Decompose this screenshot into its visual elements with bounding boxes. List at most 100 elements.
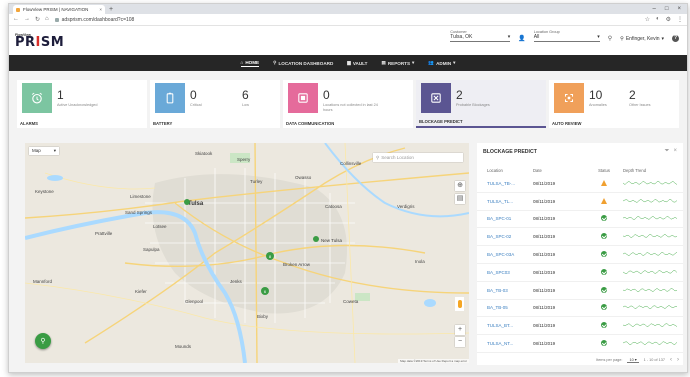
header-depth-trend[interactable]: Depth Trend	[623, 168, 683, 173]
prev-page-icon[interactable]: ‹	[670, 357, 672, 363]
nav-vault[interactable]: ▆ VAULT	[347, 60, 367, 66]
new-tab-icon[interactable]: +	[109, 5, 113, 14]
depth-trend-sparkline	[622, 234, 678, 239]
location-link[interactable]: BA_SPC-02	[477, 234, 533, 239]
admin-users-icon: 👥	[428, 60, 435, 65]
nav-home[interactable]: ⌂ HOME	[240, 60, 260, 67]
blockage-predict-card[interactable]: 2 Probable Blockages BLOCKAGE PREDICT	[416, 80, 546, 128]
table-row[interactable]: BA_SPC03 08/11/2019	[477, 264, 683, 282]
map-type-select[interactable]: Map ▾	[29, 147, 59, 155]
table-row[interactable]: BA_TB-05 08/11/2019	[477, 300, 683, 318]
location-link[interactable]: TULSA_TL...	[477, 199, 533, 204]
location-map[interactable]: Tulsa Broken Arrow Sand Springs Sapulpa …	[25, 143, 469, 363]
location-link[interactable]: BA_TB-05	[477, 305, 533, 310]
check-circle-icon	[601, 340, 607, 347]
zoom-in-button[interactable]: +	[455, 325, 465, 335]
table-row[interactable]: TULSA_TB-... 08/11/2019	[477, 175, 683, 193]
url-field[interactable]: adsprism.com/dashboard?c=108	[54, 17, 134, 23]
browser-tab[interactable]: FlowView PRISM | NAVIGATION ×	[13, 5, 105, 14]
map-search-placeholder: Search Location	[381, 155, 414, 160]
depth-trend-sparkline	[622, 323, 678, 328]
logo-title: PRISM	[15, 34, 65, 50]
location-link[interactable]: TULSA_BT...	[477, 323, 533, 328]
map-city-label: Kiefer	[135, 289, 147, 294]
filter-icon[interactable]: ⏷	[665, 148, 670, 155]
data-comm-label: Locations not collected in last 24 hours	[323, 103, 378, 112]
user-menu[interactable]: ⚲ Enfinger, Kevin ▾	[620, 36, 664, 42]
items-per-page-select[interactable]: 10 ▾	[627, 357, 639, 363]
extension-icon[interactable]: ◐	[656, 16, 660, 23]
reload-icon[interactable]: ↻	[35, 16, 40, 23]
map-location-fab-icon[interactable]: ⚲	[35, 333, 51, 349]
help-icon[interactable]: ?	[672, 35, 679, 42]
map-city-label: Prattville	[95, 231, 113, 236]
next-page-icon[interactable]: ›	[677, 357, 679, 363]
street-view-icon[interactable]	[455, 297, 464, 311]
data-communication-card[interactable]: 0 Locations not collected in last 24 hou…	[283, 80, 413, 128]
close-tab-icon[interactable]: ×	[99, 7, 102, 12]
close-window-icon[interactable]: ×	[677, 5, 681, 14]
table-row[interactable]: TULSA_BT... 08/11/2019	[477, 317, 683, 336]
user-name: Enfinger, Kevin	[625, 36, 660, 42]
map-canvas[interactable]: Tulsa Broken Arrow Sand Springs Sapulpa …	[25, 143, 469, 363]
chevron-down-icon: ▾	[412, 60, 415, 65]
location-group-select[interactable]: Location Group All ▾	[533, 30, 600, 42]
depth-trend-cell	[622, 269, 683, 276]
nav-admin[interactable]: 👥 ADMIN ▾	[428, 60, 455, 66]
battery-critical-label: Critical	[190, 103, 202, 107]
header-location[interactable]: Location	[477, 168, 533, 173]
nav-location-dashboard[interactable]: ⚲ LOCATION DASHBOARD	[273, 60, 333, 66]
map-city-label: Limestone	[130, 194, 151, 199]
auto-review-card[interactable]: 10 Anomalies 2 Other Issues AUTO REVIEW	[549, 80, 679, 128]
header-date[interactable]: Date	[533, 168, 585, 173]
home-icon[interactable]: ⌂	[45, 16, 49, 23]
location-link[interactable]: BA_TB-03	[477, 288, 533, 293]
close-icon[interactable]: ×	[673, 148, 677, 155]
location-group-value: All	[533, 34, 540, 40]
prism-logo[interactable]: FlowView PRISM	[15, 33, 64, 49]
customer-value: Tulsa, OK	[450, 34, 473, 40]
table-row[interactable]: BA_SPC-02 08/11/2019	[477, 228, 683, 247]
table-row[interactable]: TULSA_TL... 08/11/2019	[477, 193, 683, 211]
alarms-card[interactable]: 1 Active Unacknowledged ALARMS	[17, 80, 147, 128]
user-pin-icon: ⚲	[620, 36, 624, 42]
add-user-icon[interactable]: 👤	[518, 35, 525, 42]
layers-icon[interactable]: ▤	[455, 194, 465, 204]
check-circle-icon	[601, 251, 607, 258]
settings-icon[interactable]: ⚙	[666, 16, 671, 23]
locate-icon[interactable]: ⊕	[455, 181, 465, 191]
location-link[interactable]: BA_SPC03	[477, 270, 533, 275]
map-marker[interactable]	[184, 199, 190, 205]
customer-select[interactable]: Customer Tulsa, OK ▾	[450, 30, 511, 42]
zoom-out-button[interactable]: −	[455, 337, 465, 347]
anomalies-count: 10	[589, 88, 603, 102]
map-city-label: Sand Springs	[125, 210, 153, 215]
battery-card[interactable]: 0 Critical 6 Low BATTERY	[150, 80, 280, 128]
location-link[interactable]: BA_SPC-01	[477, 216, 533, 221]
depth-trend-cell	[622, 180, 683, 187]
forward-icon[interactable]: →	[24, 16, 30, 23]
maximize-icon[interactable]: □	[665, 5, 669, 14]
location-link[interactable]: TULSA_NT...	[477, 341, 533, 346]
map-search-input[interactable]: ⚲ Search Location	[373, 153, 463, 162]
table-row[interactable]: BA_SPC-01 08/11/2019	[477, 211, 683, 229]
table-row[interactable]: TULSA_NT... 08/11/2019	[477, 335, 683, 353]
map-city-label: Glenpool	[185, 299, 203, 304]
table-row[interactable]: BA_TB-03 08/11/2019	[477, 282, 683, 300]
map-marker[interactable]	[313, 236, 319, 242]
map-city-label: Turley	[250, 179, 263, 184]
map-pin-icon[interactable]: ⚲	[608, 35, 612, 42]
back-icon[interactable]: ←	[13, 16, 19, 23]
folder-icon: ▆	[347, 60, 351, 65]
minimize-icon[interactable]: –	[653, 5, 656, 14]
header-status[interactable]: Status	[585, 168, 623, 173]
depth-trend-sparkline	[622, 252, 678, 257]
table-row[interactable]: BA_SPC-03A 08/11/2019	[477, 246, 683, 264]
nav-reports[interactable]: ▤ REPORTS ▾	[381, 60, 414, 66]
status-cell	[585, 268, 623, 276]
star-icon[interactable]: ☆	[645, 16, 650, 23]
location-link[interactable]: BA_SPC-03A	[477, 252, 533, 257]
address-bar: ← → ↻ ⌂ adsprism.com/dashboard?c=108 ☆ ◐…	[9, 14, 687, 26]
menu-icon[interactable]: ⋮	[677, 16, 683, 23]
location-link[interactable]: TULSA_TB-...	[477, 181, 533, 186]
